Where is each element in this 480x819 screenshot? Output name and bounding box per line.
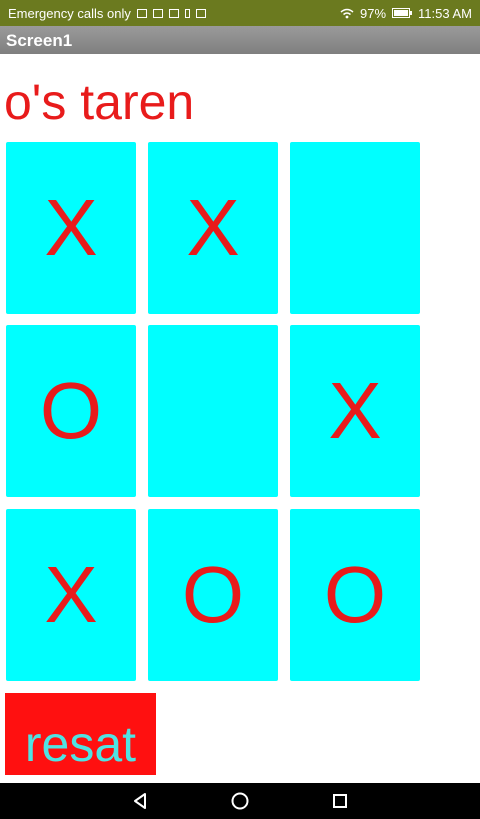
- battery-percent: 97%: [360, 5, 387, 21]
- app-title: Screen1: [6, 31, 73, 50]
- board-cell-4[interactable]: O: [6, 325, 136, 497]
- back-triangle-icon: [134, 793, 146, 809]
- board-cell-3[interactable]: [290, 142, 420, 314]
- reset-button[interactable]: resat: [5, 693, 156, 775]
- board-cell-7[interactable]: X: [6, 509, 136, 681]
- status-bar: Emergency calls only 97% 11:53 AM: [0, 0, 480, 26]
- board-cell-5[interactable]: [148, 325, 278, 497]
- navigation-bar: [0, 783, 480, 819]
- message-icon: [195, 8, 206, 18]
- home-button[interactable]: [228, 789, 252, 813]
- game-screen: o's taren X X O X X O O resat: [0, 54, 480, 783]
- wifi-icon: [340, 8, 354, 18]
- board-cell-9[interactable]: O: [290, 509, 420, 681]
- usb-icon: [184, 8, 190, 18]
- home-circle-icon: [231, 792, 249, 810]
- board-cell-8[interactable]: O: [148, 509, 278, 681]
- image-icon: [168, 8, 179, 18]
- status-right: 97% 11:53 AM: [340, 6, 472, 21]
- recents-square-icon: [333, 794, 347, 808]
- notification-icon: [152, 8, 163, 18]
- status-left: Emergency calls only: [8, 6, 206, 21]
- notification-icon: [136, 8, 147, 18]
- board-cell-2[interactable]: X: [148, 142, 278, 314]
- recents-button[interactable]: [328, 789, 352, 813]
- carrier-text: Emergency calls only: [8, 5, 131, 21]
- board-cell-6[interactable]: X: [290, 325, 420, 497]
- battery-icon: [392, 8, 413, 18]
- turn-label: o's taren: [4, 74, 195, 130]
- board-cell-1[interactable]: X: [6, 142, 136, 314]
- app-title-bar: Screen1: [0, 26, 480, 54]
- clock: 11:53 AM: [418, 5, 472, 21]
- back-button[interactable]: [128, 789, 152, 813]
